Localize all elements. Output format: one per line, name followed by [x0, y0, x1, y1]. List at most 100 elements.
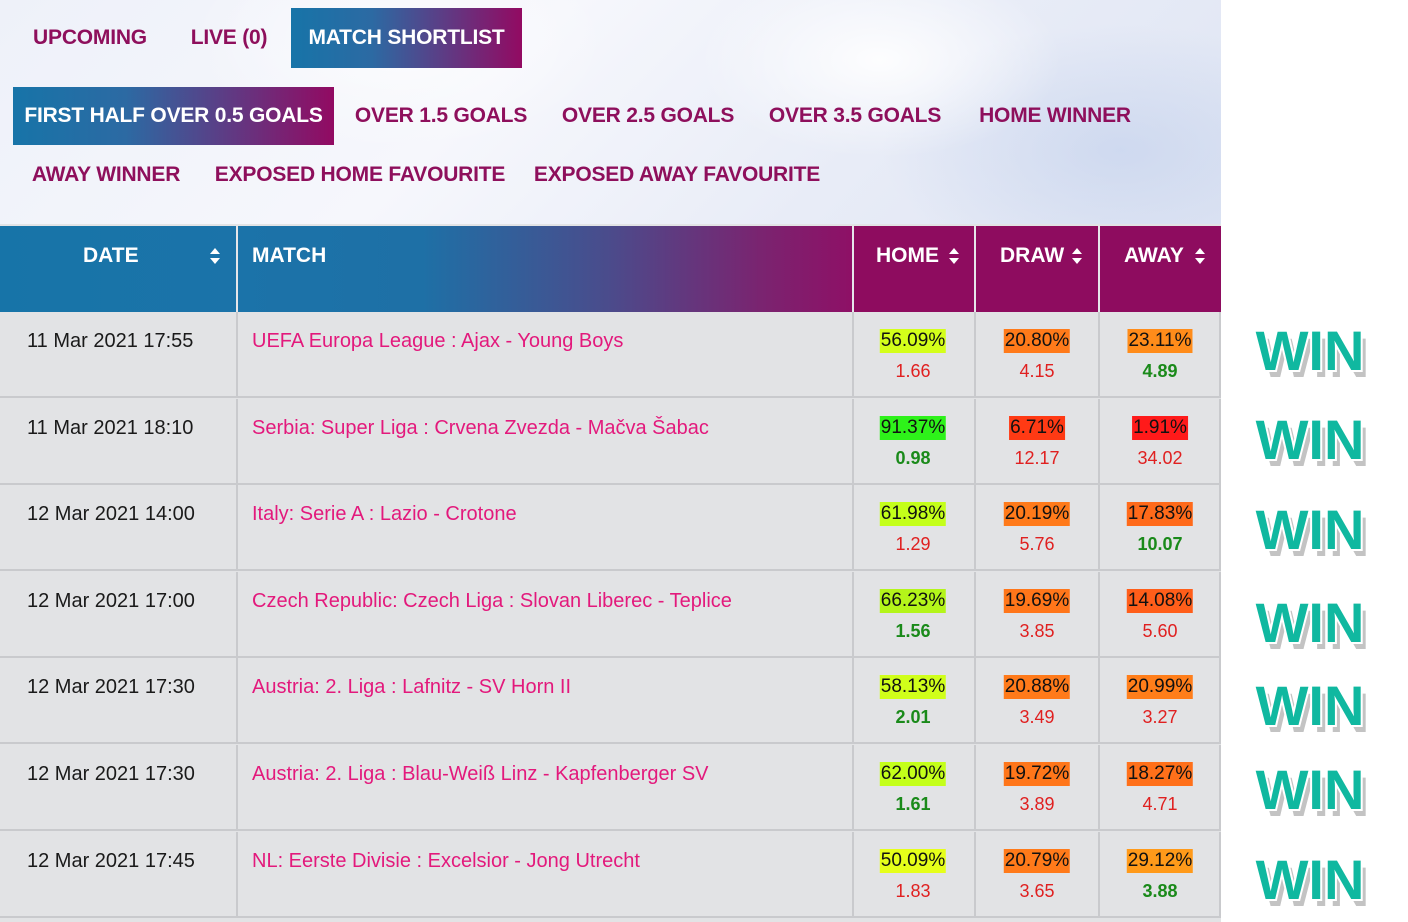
match-link[interactable]: Austria: 2. Liga : Blau-Weiß Linz - Kapf… — [252, 763, 709, 786]
filter-over-25[interactable]: OVER 2.5 GOALS — [553, 87, 743, 145]
match-date: 11 Mar 2021 17:55 — [27, 330, 194, 352]
away-odds: 34.02 — [1137, 448, 1183, 468]
table-row: 11 Mar 2021 18:10 Serbia: Super Liga : Cr… — [0, 399, 1221, 485]
tab-live[interactable]: LIVE (0) — [176, 8, 282, 68]
column-home[interactable]: HOME — [854, 226, 976, 312]
cell-divider — [852, 572, 854, 656]
svg-text:WIN: WIN — [1256, 848, 1365, 911]
draw-odds: 12.17 — [1014, 448, 1060, 468]
filter-exposed-home-favourite[interactable]: EXPOSED HOME FAVOURITE — [210, 146, 510, 204]
win-badge: WIN WIN — [1250, 497, 1370, 567]
sort-icon[interactable] — [948, 247, 960, 265]
table-row: 12 Mar 2021 17:30 Austria: 2. Liga : Blau… — [0, 745, 1221, 831]
home-probability: 58.13% — [879, 675, 947, 699]
match-link[interactable]: UEFA Europa League : Ajax - Young Boys — [252, 330, 623, 353]
filter-over-15[interactable]: OVER 1.5 GOALS — [346, 87, 536, 145]
column-draw-label: DRAW — [1000, 244, 1065, 267]
draw-odds: 3.65 — [1019, 881, 1055, 901]
column-match-label: MATCH — [252, 244, 327, 267]
win-badge: WIN WIN — [1250, 757, 1370, 827]
away-probability: 29.12% — [1126, 849, 1194, 873]
table-row: 11 Mar 2021 17:55 UEFA Europa League : Aj… — [0, 312, 1221, 398]
cell-divider — [236, 399, 238, 483]
svg-text:WIN: WIN — [1256, 408, 1365, 471]
cell-divider — [1219, 572, 1221, 656]
away-odds: 3.88 — [1142, 881, 1178, 901]
cell-divider — [852, 312, 854, 396]
draw-probability: 20.80% — [1003, 329, 1071, 353]
home-odds: 1.56 — [895, 621, 931, 641]
filter-away-winner[interactable]: AWAY WINNER — [20, 146, 192, 204]
away-probability: 18.27% — [1126, 762, 1194, 786]
cell-divider — [236, 745, 238, 829]
cell-divider — [974, 658, 976, 742]
filter-over-35[interactable]: OVER 3.5 GOALS — [760, 87, 950, 145]
cell-divider — [974, 485, 976, 569]
draw-odds: 4.15 — [1019, 361, 1055, 381]
away-probability: 20.99% — [1126, 675, 1194, 699]
cell-divider — [974, 832, 976, 916]
home-probability: 61.98% — [879, 502, 947, 526]
cell-divider — [236, 312, 238, 396]
match-date: 12 Mar 2021 17:30 — [27, 763, 195, 785]
cell-divider — [236, 485, 238, 569]
sort-icon[interactable] — [1071, 247, 1083, 265]
home-odds: 1.66 — [895, 361, 931, 381]
home-probability: 56.09% — [879, 329, 947, 353]
draw-odds: 3.89 — [1019, 794, 1055, 814]
match-link[interactable]: Italy: Serie A : Lazio - Crotone — [252, 503, 517, 526]
cell-divider — [1219, 312, 1221, 396]
away-odds: 3.27 — [1142, 707, 1178, 727]
match-link[interactable]: Czech Republic: Czech Liga : Slovan Libe… — [252, 590, 732, 613]
win-badge: WIN WIN — [1250, 590, 1370, 660]
match-link[interactable]: Serbia: Super Liga : Crvena Zvezda - Mač… — [252, 417, 709, 440]
cell-divider — [852, 745, 854, 829]
draw-probability: 19.72% — [1003, 762, 1071, 786]
svg-text:WIN: WIN — [1256, 319, 1365, 382]
draw-probability: 20.19% — [1003, 502, 1071, 526]
win-badge: WIN WIN — [1250, 318, 1370, 388]
table-header: DATE MATCH HOME DRAW AWAY — [0, 226, 1221, 312]
home-odds: 2.01 — [895, 707, 931, 727]
away-odds: 4.89 — [1142, 361, 1178, 381]
draw-probability: 20.79% — [1003, 849, 1071, 873]
cell-divider — [1098, 572, 1100, 656]
match-link[interactable]: Austria: 2. Liga : Lafnitz - SV Horn II — [252, 676, 571, 699]
column-date[interactable]: DATE — [0, 226, 238, 312]
win-badge: WIN WIN — [1250, 847, 1370, 917]
tab-match-shortlist[interactable]: MATCH SHORTLIST — [291, 8, 522, 68]
cell-divider — [236, 832, 238, 916]
match-date: 12 Mar 2021 17:45 — [27, 850, 195, 872]
home-probability: 50.09% — [879, 849, 947, 873]
draw-probability: 20.88% — [1003, 675, 1071, 699]
cell-divider — [236, 658, 238, 742]
cell-divider — [852, 399, 854, 483]
svg-text:WIN: WIN — [1256, 498, 1365, 561]
draw-odds: 3.85 — [1019, 621, 1055, 641]
main-panel: UPCOMING LIVE (0) MATCH SHORTLIST FIRST … — [0, 0, 1221, 922]
filter-exposed-away-favourite[interactable]: EXPOSED AWAY FAVOURITE — [528, 146, 826, 204]
win-badge: WIN WIN — [1250, 407, 1370, 477]
cell-divider — [1219, 485, 1221, 569]
tab-upcoming[interactable]: UPCOMING — [20, 8, 160, 68]
home-odds: 1.29 — [895, 534, 931, 554]
filter-first-half-over-05[interactable]: FIRST HALF OVER 0.5 GOALS — [13, 87, 334, 145]
cell-divider — [852, 485, 854, 569]
svg-text:WIN: WIN — [1256, 591, 1365, 654]
column-away-label: AWAY — [1124, 244, 1184, 267]
draw-probability: 19.69% — [1003, 589, 1071, 613]
filter-home-winner[interactable]: HOME WINNER — [967, 87, 1143, 145]
sort-icon[interactable] — [1194, 247, 1206, 265]
match-link[interactable]: NL: Eerste Divisie : Excelsior - Jong Ut… — [252, 850, 640, 873]
away-probability: 14.08% — [1126, 589, 1194, 613]
match-date: 12 Mar 2021 14:00 — [27, 503, 195, 525]
cell-divider — [1098, 399, 1100, 483]
cell-divider — [1098, 745, 1100, 829]
sort-icon[interactable] — [209, 247, 221, 265]
column-away[interactable]: AWAY — [1100, 226, 1221, 312]
column-draw[interactable]: DRAW — [976, 226, 1100, 312]
cell-divider — [974, 745, 976, 829]
cell-divider — [1098, 485, 1100, 569]
home-probability: 91.37% — [879, 416, 947, 440]
home-odds: 0.98 — [895, 448, 931, 468]
